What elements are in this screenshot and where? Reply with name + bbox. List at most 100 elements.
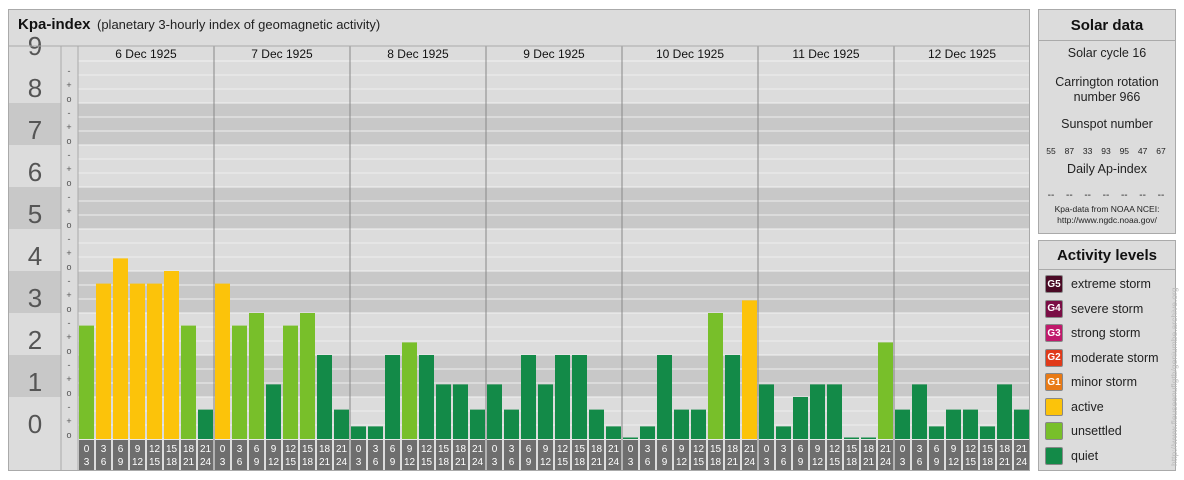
y-minor-mark: o xyxy=(66,220,71,230)
kp-bar xyxy=(776,426,791,439)
sunspot-value: 93 xyxy=(1101,146,1111,156)
kp-bar xyxy=(963,409,978,439)
y-minor-mark: - xyxy=(68,402,71,412)
interval-end: 3 xyxy=(900,457,906,468)
kp-bar xyxy=(300,313,315,439)
interval-end: 6 xyxy=(645,457,651,468)
sunspot-value: 55 xyxy=(1046,146,1056,156)
legend-item-severe-storm: G4 severe storm xyxy=(1045,299,1143,318)
sunspot-value: 33 xyxy=(1082,146,1093,156)
interval-end: 15 xyxy=(421,457,433,468)
y-tick-label: 6 xyxy=(28,157,42,187)
interval-start: 9 xyxy=(679,444,685,455)
y-minor-mark: + xyxy=(66,122,71,132)
interval-start: 3 xyxy=(237,444,243,455)
interval-end: 9 xyxy=(254,457,260,468)
legend-label: active xyxy=(1071,399,1104,414)
interval-end: 12 xyxy=(132,457,144,468)
legend-swatch-g4: G4 xyxy=(1045,299,1063,318)
interval-end: 21 xyxy=(999,457,1011,468)
sunspot-value: 67 xyxy=(1156,146,1166,156)
interval-end: 21 xyxy=(319,457,331,468)
kp-bar xyxy=(929,426,944,439)
ap-index-values: -- -- -- -- -- -- -- xyxy=(1043,190,1169,201)
y-tick-label: 2 xyxy=(28,325,42,355)
data-source-link[interactable]: http://www.ngdc.noaa.gov/ xyxy=(1039,215,1175,226)
interval-start: 21 xyxy=(880,444,892,455)
kp-bar xyxy=(351,426,366,439)
interval-end: 6 xyxy=(373,457,379,468)
interval-end: 3 xyxy=(492,457,498,468)
interval-start: 9 xyxy=(815,444,821,455)
y-minor-mark: - xyxy=(68,150,71,160)
interval-end: 24 xyxy=(608,457,620,468)
interval-end: 18 xyxy=(302,457,314,468)
sunspot-value: 95 xyxy=(1119,146,1130,156)
kp-bar xyxy=(606,426,621,439)
kp-bar xyxy=(470,409,485,439)
ap-value: -- xyxy=(1139,190,1146,201)
interval-end: 6 xyxy=(917,457,923,468)
y-minor-mark: o xyxy=(66,346,71,356)
y-minor-mark: + xyxy=(66,416,71,426)
interval-start: 9 xyxy=(407,444,413,455)
watermark-text: http://www.fleuseenuflgtb/geniumbe.archi… xyxy=(1169,287,1179,466)
kp-bar xyxy=(555,355,570,439)
interval-start: 15 xyxy=(302,444,314,455)
interval-end: 3 xyxy=(356,457,362,468)
legend-item-minor-storm: G1 minor storm xyxy=(1045,373,1137,391)
kp-bar xyxy=(742,300,757,439)
interval-end: 18 xyxy=(438,457,450,468)
y-minor-mark: + xyxy=(66,206,71,216)
sunspot-value: 47 xyxy=(1137,146,1148,156)
interval-start: 9 xyxy=(271,444,277,455)
y-minor-mark: o xyxy=(66,136,71,146)
y-minor-mark: - xyxy=(68,234,71,244)
kp-bar xyxy=(538,384,553,439)
carrington-rotation-line2: number 966 xyxy=(1073,90,1141,104)
data-source-line1: Kpa-data from NOAA NCEI: xyxy=(1054,204,1160,214)
y-minor-mark: - xyxy=(68,108,71,118)
watermark-url: http://www.fleuseenuflgtb/geniumbe.archi… xyxy=(1169,287,1179,466)
ap-value: -- xyxy=(1157,190,1165,201)
interval-end: 12 xyxy=(404,457,416,468)
interval-end: 15 xyxy=(557,457,569,468)
interval-start: 12 xyxy=(829,444,841,455)
interval-start: 18 xyxy=(319,444,331,455)
interval-start: 12 xyxy=(149,444,161,455)
interval-start: 3 xyxy=(781,444,787,455)
kp-bar xyxy=(521,355,536,439)
interval-end: 9 xyxy=(934,457,940,468)
band-5 xyxy=(78,187,1029,229)
kp-bar xyxy=(453,384,468,439)
legend-item-unsettled: unsettled xyxy=(1045,422,1122,440)
kp-bar xyxy=(912,384,927,439)
interval-end: 9 xyxy=(526,457,532,468)
y-tick-label: 4 xyxy=(28,241,42,271)
legend-item-moderate-storm: G2 moderate storm xyxy=(1045,348,1159,367)
y-minor-mark: - xyxy=(68,360,71,370)
interval-end: 3 xyxy=(628,457,634,468)
kp-bar xyxy=(708,313,723,439)
kp-bar xyxy=(96,283,111,439)
kp-bar xyxy=(589,409,604,439)
interval-start: 18 xyxy=(863,444,875,455)
kp-bar xyxy=(181,325,196,439)
interval-start: 6 xyxy=(662,444,668,455)
kp-bar xyxy=(725,355,740,439)
interval-end: 3 xyxy=(220,457,226,468)
sunspot-values: 55 87 33 93 95 47 67 xyxy=(1043,146,1169,156)
legend-swatch-g2: G2 xyxy=(1045,348,1063,367)
interval-end: 24 xyxy=(200,457,212,468)
interval-start: 6 xyxy=(254,444,260,455)
kp-bar xyxy=(504,409,519,439)
ap-value: -- xyxy=(1102,190,1110,201)
kp-bar xyxy=(895,409,910,439)
interval-start: 18 xyxy=(727,444,739,455)
interval-start: 21 xyxy=(1016,444,1028,455)
band-4 xyxy=(78,229,1029,271)
kp-bar xyxy=(232,325,247,439)
ap-value: -- xyxy=(1047,190,1055,201)
interval-start: 18 xyxy=(183,444,195,455)
y-minor-mark: + xyxy=(66,374,71,384)
